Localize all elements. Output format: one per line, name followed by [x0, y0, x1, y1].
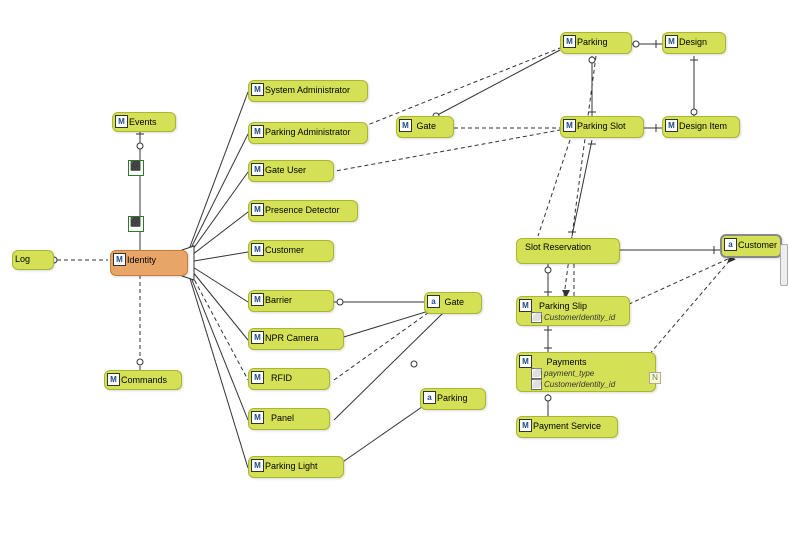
entity-identity[interactable]: MIdentity [110, 250, 188, 276]
class-icon: M [519, 299, 532, 312]
class-icon: M [251, 331, 264, 344]
entity-parking-slot[interactable]: MParking Slot [560, 116, 644, 138]
selection-handle[interactable] [780, 244, 788, 286]
entity-label: Parking Administrator [265, 126, 351, 138]
agent-icon: a [427, 295, 440, 308]
entity-customer[interactable]: MCustomer [248, 240, 334, 262]
entity-label: Design [679, 36, 707, 48]
class-icon: M [399, 119, 412, 132]
entity-payment-service[interactable]: MPayment Service [516, 416, 618, 438]
class-icon: M [251, 293, 264, 306]
entity-label: Gate [445, 296, 465, 308]
entity-attr: CustomerIdentity_id [544, 379, 615, 390]
entity-label: Gate User [265, 164, 306, 176]
entity-label: Design Item [679, 120, 727, 132]
class-icon: M [251, 163, 264, 176]
marker-box: ⬛ [128, 160, 144, 176]
entity-payments[interactable]: M Payments ⬜payment_type ⬜CustomerIdenti… [516, 352, 656, 392]
entity-attr: CustomerIdentity_id [544, 312, 615, 323]
entity-label: Log [15, 253, 30, 265]
class-icon: M [519, 355, 532, 368]
entity-parking[interactable]: MParking [560, 32, 632, 54]
agent-icon: a [724, 238, 737, 251]
entity-label: Identity [127, 254, 156, 266]
entity-parking-agent[interactable]: aParking [420, 388, 486, 410]
entity-label: RFID [271, 372, 292, 384]
class-icon: M [251, 203, 264, 216]
class-icon: M [251, 459, 264, 472]
entity-label: Presence Detector [265, 204, 340, 216]
class-icon: M [115, 115, 128, 128]
entity-gate-agent[interactable]: a Gate [424, 292, 482, 314]
entity-commands[interactable]: MCommands [104, 370, 182, 390]
entity-label: NPR Camera [265, 332, 319, 344]
entity-log[interactable]: Log [12, 250, 54, 270]
class-icon: M [107, 373, 120, 386]
entity-label: Slot Reservation [525, 241, 591, 253]
entity-events[interactable]: MEvents [112, 112, 176, 132]
entity-label: Gate [417, 120, 437, 132]
entity-design-item[interactable]: MDesign Item [662, 116, 740, 138]
entity-parking-administrator[interactable]: MParking Administrator [248, 122, 368, 144]
entity-label: Parking [577, 36, 608, 48]
entity-label: Events [129, 116, 157, 128]
entity-label: Payment Service [533, 420, 601, 432]
class-icon: M [251, 125, 264, 138]
entity-attr: payment_type [544, 368, 594, 379]
entity-label: System Administrator [265, 84, 350, 96]
attr-icon: ⬜ [531, 379, 542, 390]
entity-presence-detector[interactable]: MPresence Detector [248, 200, 358, 222]
note-badge: N [649, 372, 661, 384]
marker-box: ⬛ [128, 216, 144, 232]
entity-label: Commands [121, 374, 167, 386]
entity-panel[interactable]: M Panel [248, 408, 330, 430]
entity-parking-light[interactable]: MParking Light [248, 456, 344, 478]
class-icon: M [251, 411, 264, 424]
entity-label: Customer [265, 244, 304, 256]
entity-label: Panel [271, 412, 294, 424]
class-icon: M [519, 419, 532, 432]
class-icon: M [665, 35, 678, 48]
class-icon: M [563, 35, 576, 48]
entity-parking-slip[interactable]: M Parking Slip ⬜CustomerIdentity_id [516, 296, 630, 326]
attr-icon: ⬜ [531, 368, 542, 379]
entity-label: Customer [738, 239, 777, 251]
class-icon: M [251, 243, 264, 256]
entity-npr-camera[interactable]: MNPR Camera [248, 328, 344, 350]
class-icon: M [113, 253, 126, 266]
agent-icon: a [423, 391, 436, 404]
entity-slot-reservation[interactable]: Slot Reservation [516, 238, 620, 264]
entity-design[interactable]: MDesign [662, 32, 726, 54]
entity-barrier[interactable]: MBarrier [248, 290, 334, 312]
class-icon: M [563, 119, 576, 132]
attr-icon: ⬜ [531, 312, 542, 323]
entity-gate-top[interactable]: M Gate [396, 116, 454, 138]
class-icon: M [665, 119, 678, 132]
entity-label: Parking Light [265, 460, 318, 472]
entity-label: Barrier [265, 294, 292, 306]
class-icon: M [251, 371, 264, 384]
entity-customer-agent[interactable]: aCustomer [720, 234, 782, 258]
entity-label: Payments [547, 356, 587, 368]
entity-label: Parking Slip [539, 300, 587, 312]
entity-label: Parking Slot [577, 120, 626, 132]
entity-label: Parking [437, 392, 468, 404]
entity-system-administrator[interactable]: MSystem Administrator [248, 80, 368, 102]
entity-rfid[interactable]: M RFID [248, 368, 330, 390]
entity-gate-user[interactable]: MGate User [248, 160, 334, 182]
class-icon: M [251, 83, 264, 96]
